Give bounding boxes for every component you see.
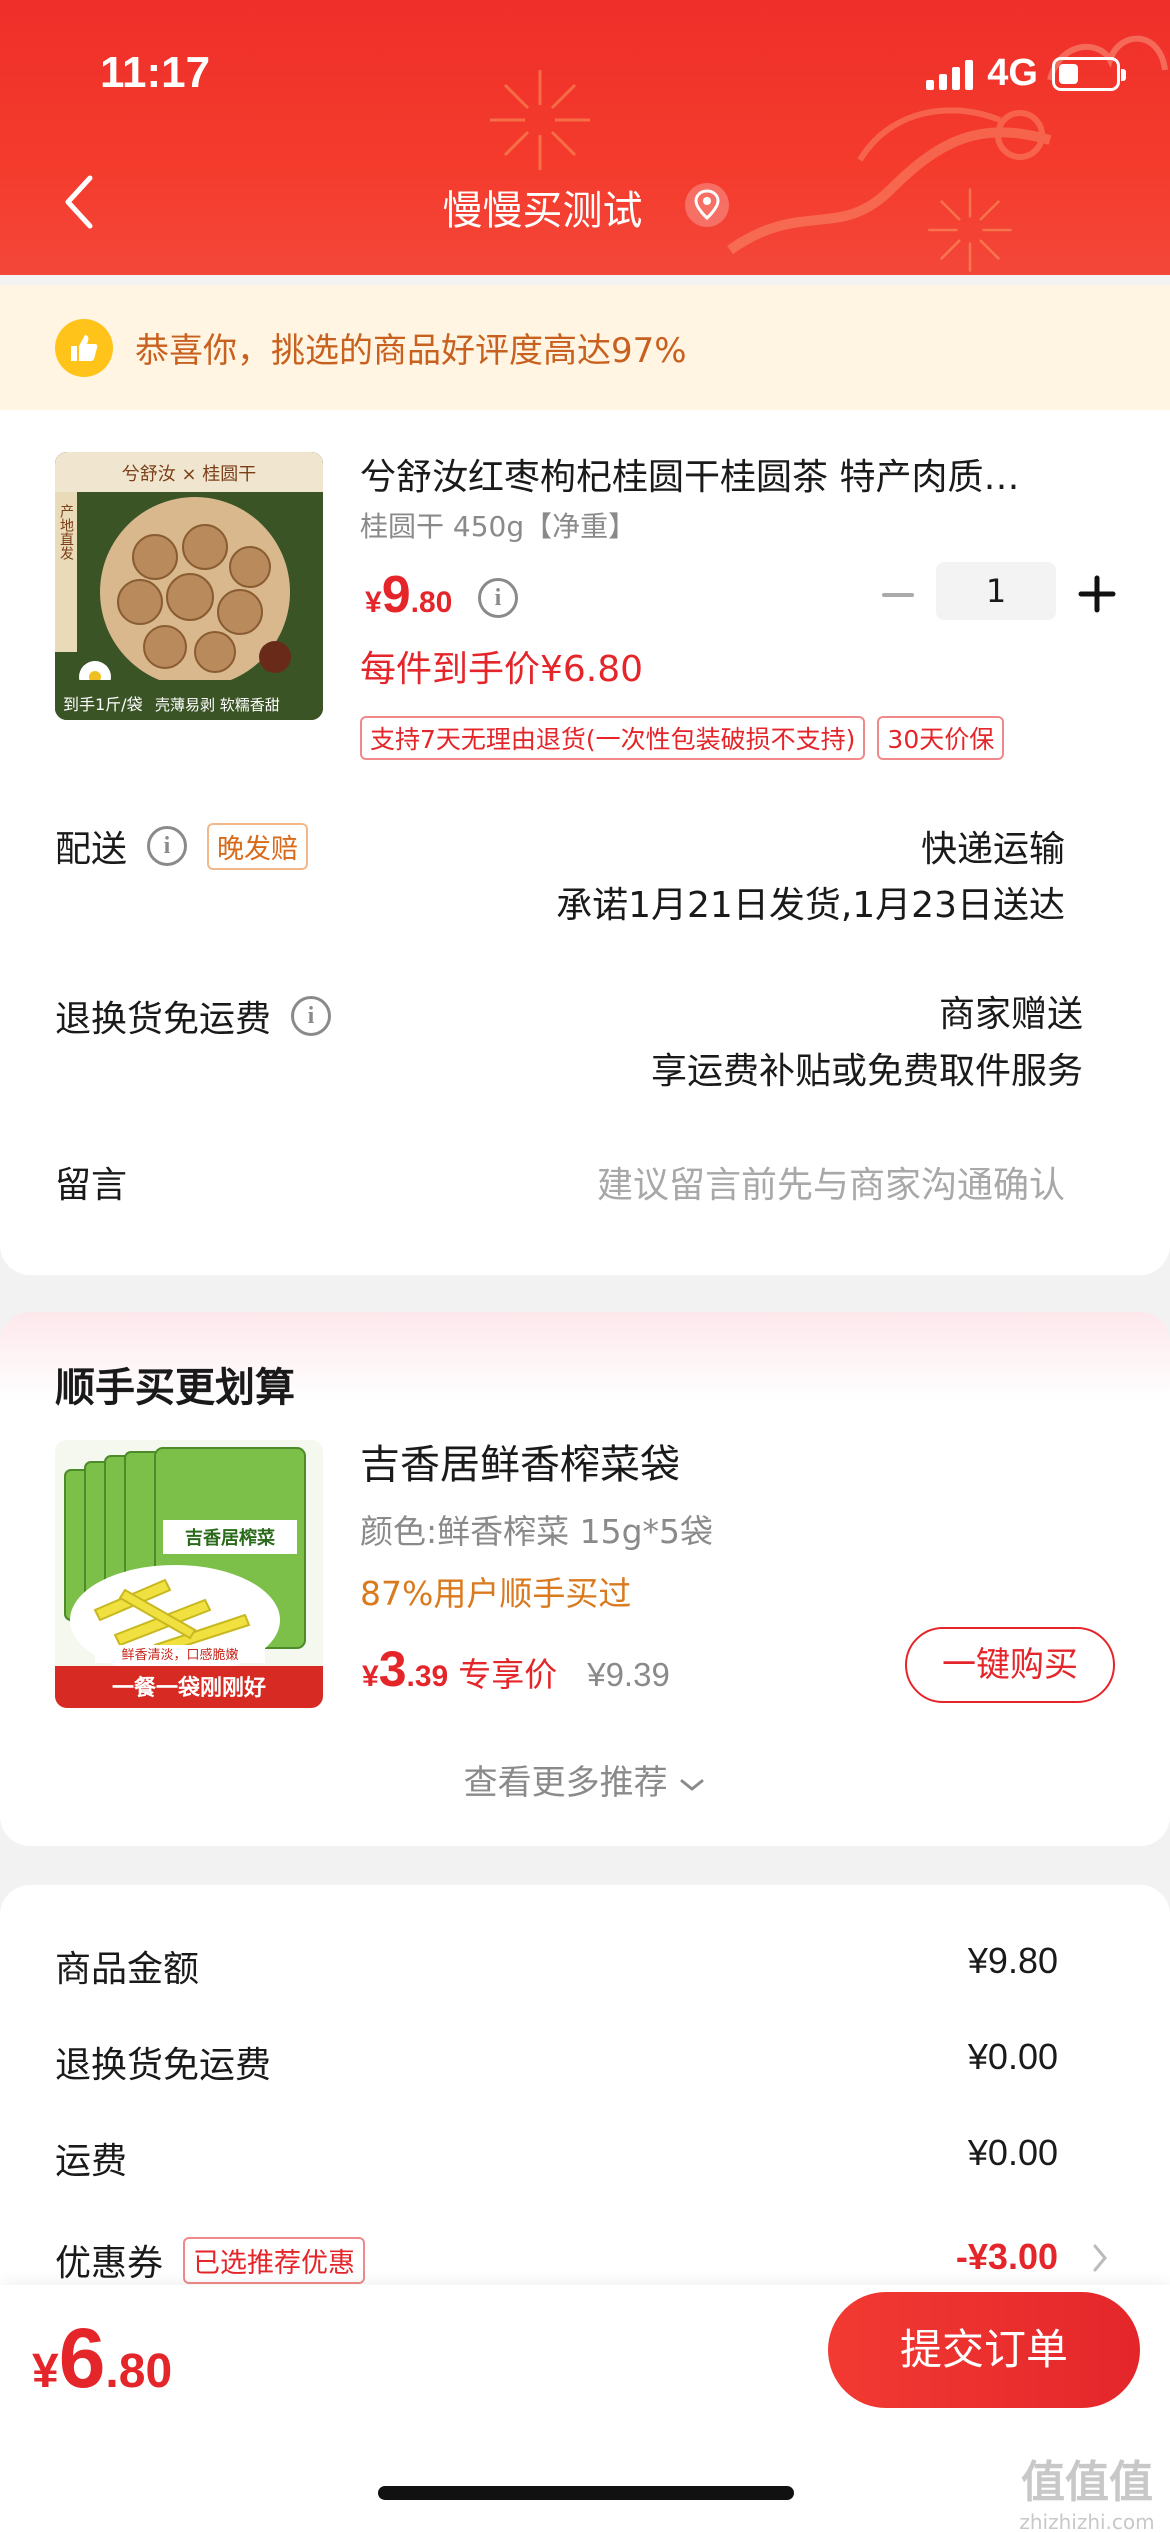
submit-order-button[interactable]: 提交订单 [828,2292,1140,2408]
dragon-decoration [727,107,1052,255]
product-image[interactable]: 兮舒汝 × 桂圆干 产地直发 到手1斤/袋 壳薄易剥 软糯香甜 [55,452,323,720]
watermark: 值值值 zhizhizhi.com [1012,2446,1162,2532]
late-compensation-tag: 晚发赔 [207,822,309,870]
quantity-plus-button[interactable] [1075,572,1119,616]
delivery-info-icon[interactable]: i [147,826,188,866]
summary-value-goods: ¥9.80 [967,1940,1058,1981]
location-icon[interactable] [682,180,732,230]
total-symbol: ¥ [32,2345,59,2398]
coupon-row[interactable]: 优惠券 已选推荐优惠 [55,2234,366,2286]
svg-text:吉香居榨菜: 吉香居榨菜 [185,1527,275,1549]
one-click-buy-button[interactable]: 一键购买 [905,1627,1115,1703]
quantity-value[interactable]: 1 [936,562,1056,620]
final-price: 每件到手价¥6.80 [360,649,644,690]
rec-price-symbol: ¥ [362,1660,379,1693]
price-protect-tag[interactable]: 30天价保 [877,716,1005,760]
svg-text:兮舒汝 × 桂圆干: 兮舒汝 × 桂圆干 [122,464,257,485]
svg-text:一餐一袋刚刚好: 一餐一袋刚刚好 [112,1675,266,1701]
svg-text:壳薄易剥 软糯香甜: 壳薄易剥 软糯香甜 [155,696,280,714]
return-shipping-value: 商家赠送 [938,994,1083,1035]
recommend-price: ¥3.39 专享价 ¥9.39 [362,1640,670,1698]
more-recommend-link[interactable]: 查看更多推荐 [0,1755,1170,1804]
summary-value-shipping: ¥0.00 [967,2132,1058,2173]
watermark-main: 值值值 [1021,2457,1153,2508]
total-int: 6 [58,2311,106,2405]
more-recommend-label: 查看更多推荐 [463,1763,668,1803]
delivery-method: 快递运输 [920,829,1065,870]
svg-text:产地直发: 产地直发 [58,504,74,560]
rec-price-dec: .39 [406,1660,449,1693]
product-title[interactable]: 兮舒汝红枣枸杞桂圆干桂圆茶 特产肉质… [360,448,1095,500]
total-price: ¥6.80 [32,2310,172,2407]
status-time: 11:17 [100,48,211,97]
summary-label-shipping: 运费 [55,2141,128,2182]
recommend-heading: 顺手买更划算 [55,1365,295,1411]
signal-icon [926,58,974,90]
svg-text:到手1斤/袋: 到手1斤/袋 [63,695,143,714]
header: 11:17 4G 慢慢买测试 [0,0,1170,275]
recommend-image[interactable]: 吉香居榨菜 鲜香清淡，口感脆嫩 一餐一袋刚刚好 [55,1440,323,1708]
price-symbol: ¥ [365,586,382,619]
price-dec: .80 [410,586,453,619]
return-info-icon[interactable]: i [291,996,332,1036]
summary-label-return: 退换货免运费 [55,2045,272,2086]
summary-label-goods: 商品金额 [55,1949,200,1990]
rec-price-int: 3 [378,1641,407,1697]
return-shipping-row[interactable]: 退换货免运费 i [55,990,332,1042]
delivery-label: 配送 [55,829,128,870]
battery-icon [1052,56,1126,91]
status-indicators: 4G [926,52,1126,95]
return-shipping-label: 退换货免运费 [55,999,272,1040]
quantity-minus-button[interactable] [878,575,918,615]
return-shipping-desc: 享运费补贴或免费取件服务 [650,1051,1083,1092]
chevron-right-icon[interactable] [1090,2242,1110,2274]
recommend-spec: 颜色:鲜香榨菜 15g*5袋 [360,1512,714,1551]
svg-text:鲜香清淡，口感脆嫩: 鲜香清淡，口感脆嫩 [121,1647,238,1663]
firework-decoration [490,70,590,170]
service-tags: 支持7天无理由退货(一次性包装破损不支持) 30天价保 [360,716,1005,760]
total-dec: .80 [105,2345,173,2398]
product-price: ¥9.80 [365,565,452,625]
delivery-row[interactable]: 配送 i 晚发赔 [55,820,309,872]
home-indicator[interactable] [378,2486,794,2500]
delivery-promise: 承诺1月21日发货,1月23日送达 [556,885,1065,926]
network-type: 4G [987,52,1038,94]
tip-banner: 恭喜你，挑选的商品好评度高达97% [0,285,1170,410]
summary-value-coupon[interactable]: -¥3.00 [956,2236,1058,2278]
chevron-down-icon [680,1779,704,1791]
summary-value-return: ¥0.00 [967,2036,1058,2077]
tip-text: 恭喜你，挑选的商品好评度高达97% [135,331,687,371]
page-title: 慢慢买测试 [442,188,643,234]
rec-price-label: 专享价 [458,1655,558,1694]
thumbs-up-icon [55,318,113,377]
product-spec[interactable]: 桂圆干 450g【净重】 [360,505,636,545]
return-policy-tag[interactable]: 支持7天无理由退货(一次性包装破损不支持) [360,716,866,760]
rec-original-price: ¥9.39 [587,1656,670,1693]
price-info-icon[interactable]: i [478,578,518,618]
summary-label-coupon: 优惠券 [55,2243,164,2284]
message-label: 留言 [55,1165,128,1206]
message-input[interactable]: 建议留言前先与商家沟通确认 [597,1156,1065,1208]
watermark-sub: zhizhizhi.com [1019,2510,1155,2532]
recommend-bought: 87%用户顺手买过 [360,1574,632,1613]
coupon-tag: 已选推荐优惠 [183,2236,366,2284]
recommend-title[interactable]: 吉香居鲜香榨菜袋 [360,1432,680,1490]
price-int: 9 [381,566,411,624]
